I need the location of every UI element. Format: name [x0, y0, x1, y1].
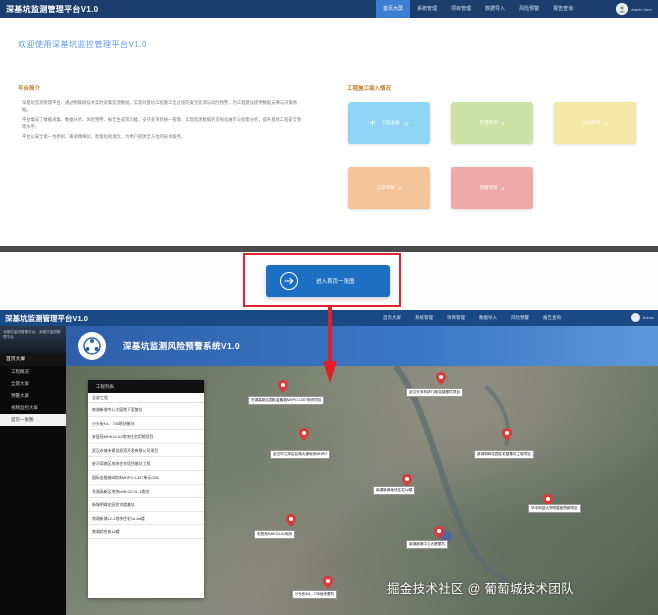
intro-paragraph: 平台以安全第一为原则，秉承精细化、智能化的理念，为用户提供全方位的技术服务。 [22, 134, 186, 139]
top-header-bar: 深基坑监测管理平台V1.0 首页大屏 系统管理 项目管理 数据导入 风险预警 报… [0, 0, 658, 18]
map-pin-icon[interactable] [323, 576, 333, 589]
bottom-nav-project[interactable]: 项目管理 [440, 310, 472, 326]
user-avatar-icon[interactable] [630, 313, 640, 322]
project-list-item[interactable]: 星河湾南区地块住宅项目基坑工程 [88, 457, 204, 471]
screenshot-root: 深基坑监测管理平台V1.0 首页大屏 系统管理 项目管理 数据导入 风险预警 报… [0, 0, 658, 615]
card-count: 0 [398, 185, 402, 191]
user-avatar-icon[interactable] [616, 3, 629, 15]
top-user-menu[interactable]: Admin User [616, 3, 652, 15]
panel-title: 工程列表 [88, 380, 204, 393]
bottom-nav-warning[interactable]: 风险预警 [504, 310, 536, 326]
card-count: 12 [403, 120, 409, 126]
system-title-bar: 深基坑监测风险预警系统V1.0 [66, 326, 658, 366]
project-list-item[interactable]: 南湖新城12-1地块住宅1#-8#楼 [88, 512, 204, 526]
bottom-nav-import[interactable]: 数据导入 [472, 310, 504, 326]
plus-icon: + [369, 117, 376, 129]
bottom-nav-home[interactable]: 首页大屏 [376, 310, 408, 326]
map-pin-icon[interactable] [299, 428, 309, 441]
pin-label: 武汉市江岸区后湖大道地块MHPO [270, 450, 330, 459]
map-pin-icon[interactable] [436, 372, 446, 385]
intro-title: 平台简介 [18, 86, 41, 92]
project-list-item[interactable]: 武汉市城市建设投资开发有限公司项目 [88, 444, 204, 458]
project-list-item[interactable]: 南湖综合体1#楼 [88, 525, 204, 539]
pin-label: 东湖高新区国际金融城MHPO-1307地块项目 [248, 396, 325, 405]
pin-label: 南湖新城地块住宅1#楼 [373, 486, 416, 495]
project-list-item[interactable]: 新城明珠花园住宅楼基坑 [88, 498, 204, 512]
card-label: 工程总数 [381, 120, 400, 125]
pin-label: 武汉天河机场T3航站楼基坑项目 [406, 388, 463, 397]
card-accepted-projects[interactable]: 验收项目 0 [554, 102, 636, 144]
panel-tab-all[interactable]: 全部工程 [88, 393, 204, 403]
system-title: 深基坑监测风险预警系统V1.0 [123, 341, 240, 351]
red-arrow-icon [323, 307, 337, 383]
map-pin-icon[interactable] [286, 514, 296, 527]
top-nav-warning[interactable]: 风险预警 [512, 0, 546, 18]
map-pin-icon[interactable] [278, 380, 288, 393]
watermark-text: 掘金技术社区 @ 葡萄城技术团队 [387, 582, 574, 596]
bottom-user-name: Admin [642, 315, 654, 320]
pin-label: 沙头街K4、735地块基坑 [292, 590, 338, 599]
left-sidebar: 深基坑监测管理平台，深基坑监测管理平台 首页大屏 工程概况 全景大屏 预警大屏 … [0, 326, 66, 615]
pin-label: 华中科技大学附属医院新院区 [528, 504, 581, 513]
pin-label: 新城明珠花园住宅楼基坑工程项目 [474, 450, 534, 459]
card-label: 预警项目 [479, 185, 498, 190]
sidebar-item-map[interactable]: 首页一张图 [0, 414, 66, 426]
system-logo-icon [78, 332, 106, 360]
top-nav-home[interactable]: 首页大屏 [376, 0, 411, 18]
project-list-item[interactable]: 沙头街K4、735地块基坑 [88, 417, 204, 431]
card-label: 正常项目 [376, 185, 395, 190]
sidebar-head[interactable]: 首页大屏 [0, 353, 66, 366]
bottom-nav-report[interactable]: 报告查询 [536, 310, 568, 326]
top-nav-project[interactable]: 项目管理 [444, 0, 478, 18]
project-list-item[interactable]: 安居苑MHK24-01地块住宅用地项目 [88, 430, 204, 444]
top-nav-report[interactable]: 报告查询 [546, 0, 580, 18]
intro-paragraph: 深基坑监测管理平台，通过物联网技术实时采集监测数据，实现对基坑工程施工全过程的安… [22, 100, 297, 112]
card-count: 0 [604, 120, 608, 126]
welcome-heading: 欢迎使用深基坑监控管理平台V1.0 [18, 40, 147, 49]
project-list-panel: 工程列表 全部工程 南湖新城中心大厦地下室基坑 沙头街K4、735地块基坑 安居… [88, 380, 204, 598]
pin-label: 南湖新城中心大厦基坑 [406, 540, 448, 549]
project-list-item[interactable]: 南湖新城中心大厦地下室基坑 [88, 403, 204, 417]
map-pin-icon[interactable] [502, 428, 512, 441]
card-count: 0 [501, 185, 505, 191]
sidebar-item-panorama[interactable]: 全景大屏 [0, 378, 66, 390]
top-nav: 首页大屏 系统管理 项目管理 数据导入 风险预警 报告查询 [376, 0, 580, 18]
intro-paragraph: 平台集成了数据采集、数据分析、风险预警、报告生成等功能，支持多项目统一管理，实现… [22, 117, 302, 129]
sidebar-banner: 深基坑监测管理平台，深基坑监测管理平台 [0, 326, 66, 353]
bottom-user-menu[interactable]: Admin [630, 313, 654, 322]
highlight-box [243, 253, 401, 307]
top-user-name: Admin User [631, 6, 652, 12]
top-nav-system[interactable]: 系统管理 [410, 0, 444, 18]
card-count: 0 [501, 120, 505, 126]
project-list-item[interactable]: 国际金融城B地块MHPO-1307单元G55 [88, 471, 204, 485]
sidebar-item-warning[interactable]: 预警大屏 [0, 390, 66, 402]
top-app-title: 深基坑监测管理平台V1.0 [6, 4, 99, 14]
card-label: 在建项目 [479, 120, 498, 125]
card-label: 验收项目 [582, 120, 601, 125]
card-building-projects[interactable]: 在建项目 0 [451, 102, 533, 144]
card-total-projects[interactable]: + 工程总数 12 [348, 102, 430, 144]
sidebar-item-overview[interactable]: 工程概况 [0, 366, 66, 378]
pin-label: 安居苑MHK24-01地块 [254, 530, 296, 539]
card-warning-projects[interactable]: 预警项目 0 [451, 167, 533, 209]
bottom-nav: 首页大屏 系统管理 项目管理 数据导入 风险预警 报告查询 [376, 310, 568, 326]
map-pin-icon[interactable] [434, 526, 444, 539]
bottom-nav-system[interactable]: 系统管理 [408, 310, 440, 326]
bottom-app-title: 深基坑监测管理平台V1.0 [5, 314, 88, 323]
top-nav-import[interactable]: 数据导入 [478, 0, 512, 18]
status-title: 工程施工接入情况 [347, 86, 392, 92]
sidebar-item-video[interactable]: 视频监控大屏 [0, 402, 66, 414]
card-normal-projects[interactable]: 正常项目 0 [348, 167, 430, 209]
project-list-item[interactable]: 东湖高新区地块MHK22-01-1地块 [88, 485, 204, 499]
intro-text: 深基坑监测管理平台，通过物联网技术实时采集监测数据，实现对基坑工程施工全过程的安… [22, 100, 304, 145]
